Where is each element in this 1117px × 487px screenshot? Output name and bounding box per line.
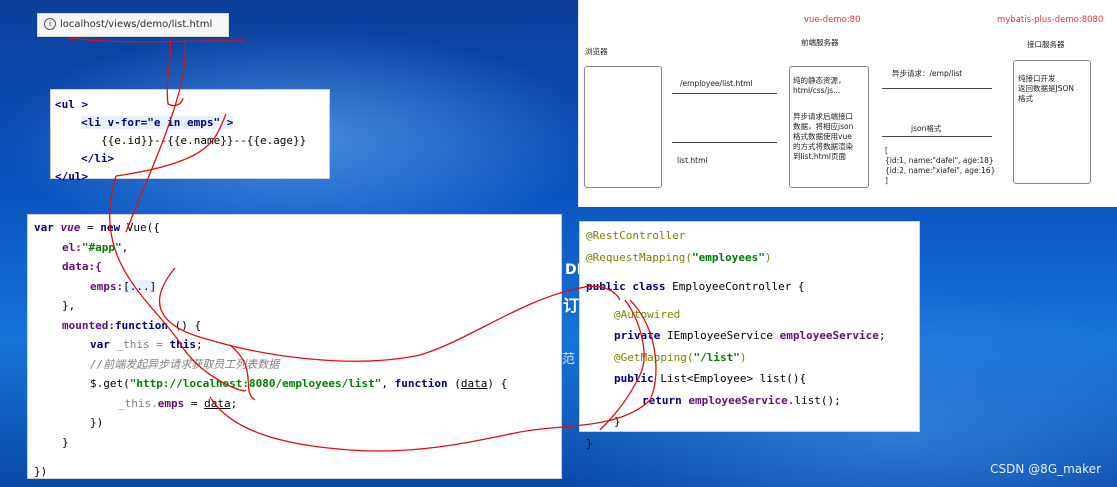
arrow-left xyxy=(672,142,777,143)
arrow-right xyxy=(882,88,992,89)
browser-box xyxy=(584,66,662,188)
response-label: list.html xyxy=(677,156,708,165)
code-line: @Autowired xyxy=(614,307,681,321)
frontend-box: 纯的静态资源， html/css/js... 异步请求后端接口 数据，将相应js… xyxy=(789,66,869,188)
java-code-snippet: @RestController @RequestMapping("employe… xyxy=(579,221,920,450)
code-line: emps:[...] xyxy=(90,279,157,293)
code-line: mounted:function () { xyxy=(62,318,202,332)
arrow-right xyxy=(672,93,777,94)
architecture-diagram: vue-demo:80 mybatis-plus-demo:8080 浏览器 前… xyxy=(578,0,1117,207)
json-format-label: json格式 xyxy=(911,124,942,133)
code-line: var vue = new Vue({ xyxy=(34,221,160,234)
code-line: } xyxy=(614,415,621,428)
frontend-box-text-1: 纯的静态资源， html/css/js... xyxy=(793,76,846,95)
api-box: 纯接口开发 返回数据是JSON 格式 xyxy=(1013,60,1091,184)
frontend-server-title: vue-demo:80 xyxy=(804,15,861,25)
code-line: public List<Employee> list(){ xyxy=(614,372,807,385)
code-line: }) xyxy=(34,465,48,478)
code-line: el:"#app", xyxy=(62,240,129,254)
html-template-snippet: <ul > <li v-for="e in emps" > {{e.id}}--… xyxy=(50,89,330,183)
code-line: @GetMapping("/list") xyxy=(614,350,747,364)
code-line: public class EmployeeController { xyxy=(586,280,805,293)
code-line: @RequestMapping("employees") xyxy=(586,250,772,264)
code-line: private IEmployeeService employeeService… xyxy=(614,329,886,342)
code-line: var _this = this; xyxy=(90,338,203,351)
background-text: 范 xyxy=(562,352,576,367)
code-line: {{e.id}}--{{e.name}}--{{e.age}} xyxy=(101,134,307,147)
browser-label: 浏览器 xyxy=(585,47,608,56)
info-icon[interactable]: i xyxy=(44,18,56,30)
code-line: }, xyxy=(62,299,76,312)
code-line: @RestController xyxy=(586,229,686,242)
code-line: <ul > xyxy=(55,98,89,111)
arrow-left xyxy=(882,136,992,137)
code-line: }) xyxy=(90,416,104,429)
background-text: 订 xyxy=(563,296,580,315)
code-line: <li v-for="e in emps" > xyxy=(81,116,234,129)
api-box-text: 纯接口开发 返回数据是JSON 格式 xyxy=(1018,74,1074,103)
api-label: 接口服务器 xyxy=(1027,40,1065,49)
browser-address-bar[interactable]: i localhost/views/demo/list.html xyxy=(37,13,229,37)
frontend-box-text-2: 异步请求后端接口 数据，将相应json 格式数据使用vue 的方式将数据渲染 到… xyxy=(793,112,854,161)
async-request-label: 异步请求：/emp/list xyxy=(892,69,963,78)
code-comment: //前端发起异步请求获取员工列表数据 xyxy=(90,357,280,371)
frontend-label: 前端服务器 xyxy=(801,38,839,47)
code-line: data:{ xyxy=(62,260,102,273)
code-line: return employeeService.list(); xyxy=(642,393,841,407)
watermark: CSDN @8G_maker xyxy=(990,462,1101,476)
code-line: } xyxy=(586,436,593,450)
code-line: } xyxy=(62,435,69,449)
code-line: </ul> xyxy=(55,170,89,183)
code-line: </li> xyxy=(81,152,115,165)
api-server-title: mybatis-plus-demo:8080 xyxy=(997,15,1104,25)
url-text: localhost/views/demo/list.html xyxy=(60,19,213,30)
vue-code-snippet: var vue = new Vue({ el:"#app", data:{ em… xyxy=(27,214,562,479)
request-label: /employee/list.html xyxy=(680,79,753,88)
code-line: _this.emps = data; xyxy=(118,396,238,410)
code-line: $.get("http://localhost:8080/employees/l… xyxy=(90,377,508,390)
json-data: [ {id:1, name:"dafei", age:18} {id:2, na… xyxy=(885,146,996,185)
